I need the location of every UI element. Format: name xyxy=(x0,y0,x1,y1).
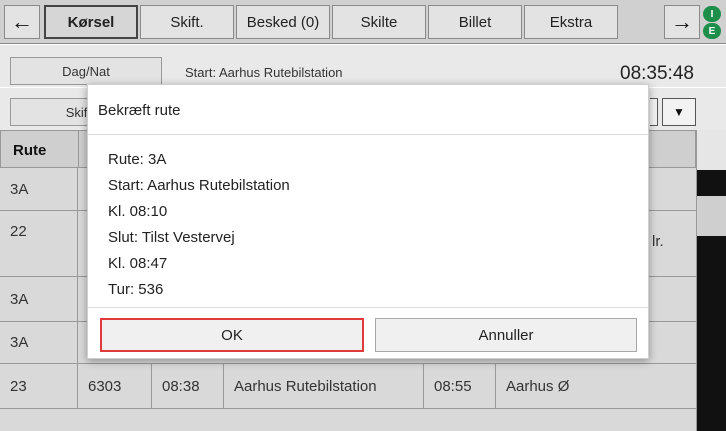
ok-button[interactable]: OK xyxy=(100,318,364,352)
start-time-line: Kl. 08:10 xyxy=(108,203,168,220)
cancel-button[interactable]: Annuller xyxy=(375,318,637,352)
end-line: Slut: Tilst Vestervej xyxy=(108,229,235,246)
start-line: Start: Aarhus Rutebilstation xyxy=(108,177,290,194)
dialog-title: Bekræft rute xyxy=(98,102,181,119)
confirm-route-dialog: Bekræft rute Rute: 3A Start: Aarhus Rute… xyxy=(87,84,649,359)
divider xyxy=(88,307,648,308)
route-line: Rute: 3A xyxy=(108,151,167,168)
divider xyxy=(88,134,648,135)
end-time-line: Kl. 08:47 xyxy=(108,255,168,272)
dialog-body: Rute: 3A Start: Aarhus Rutebilstation Kl… xyxy=(108,147,290,303)
trip-line: Tur: 536 xyxy=(108,281,164,298)
